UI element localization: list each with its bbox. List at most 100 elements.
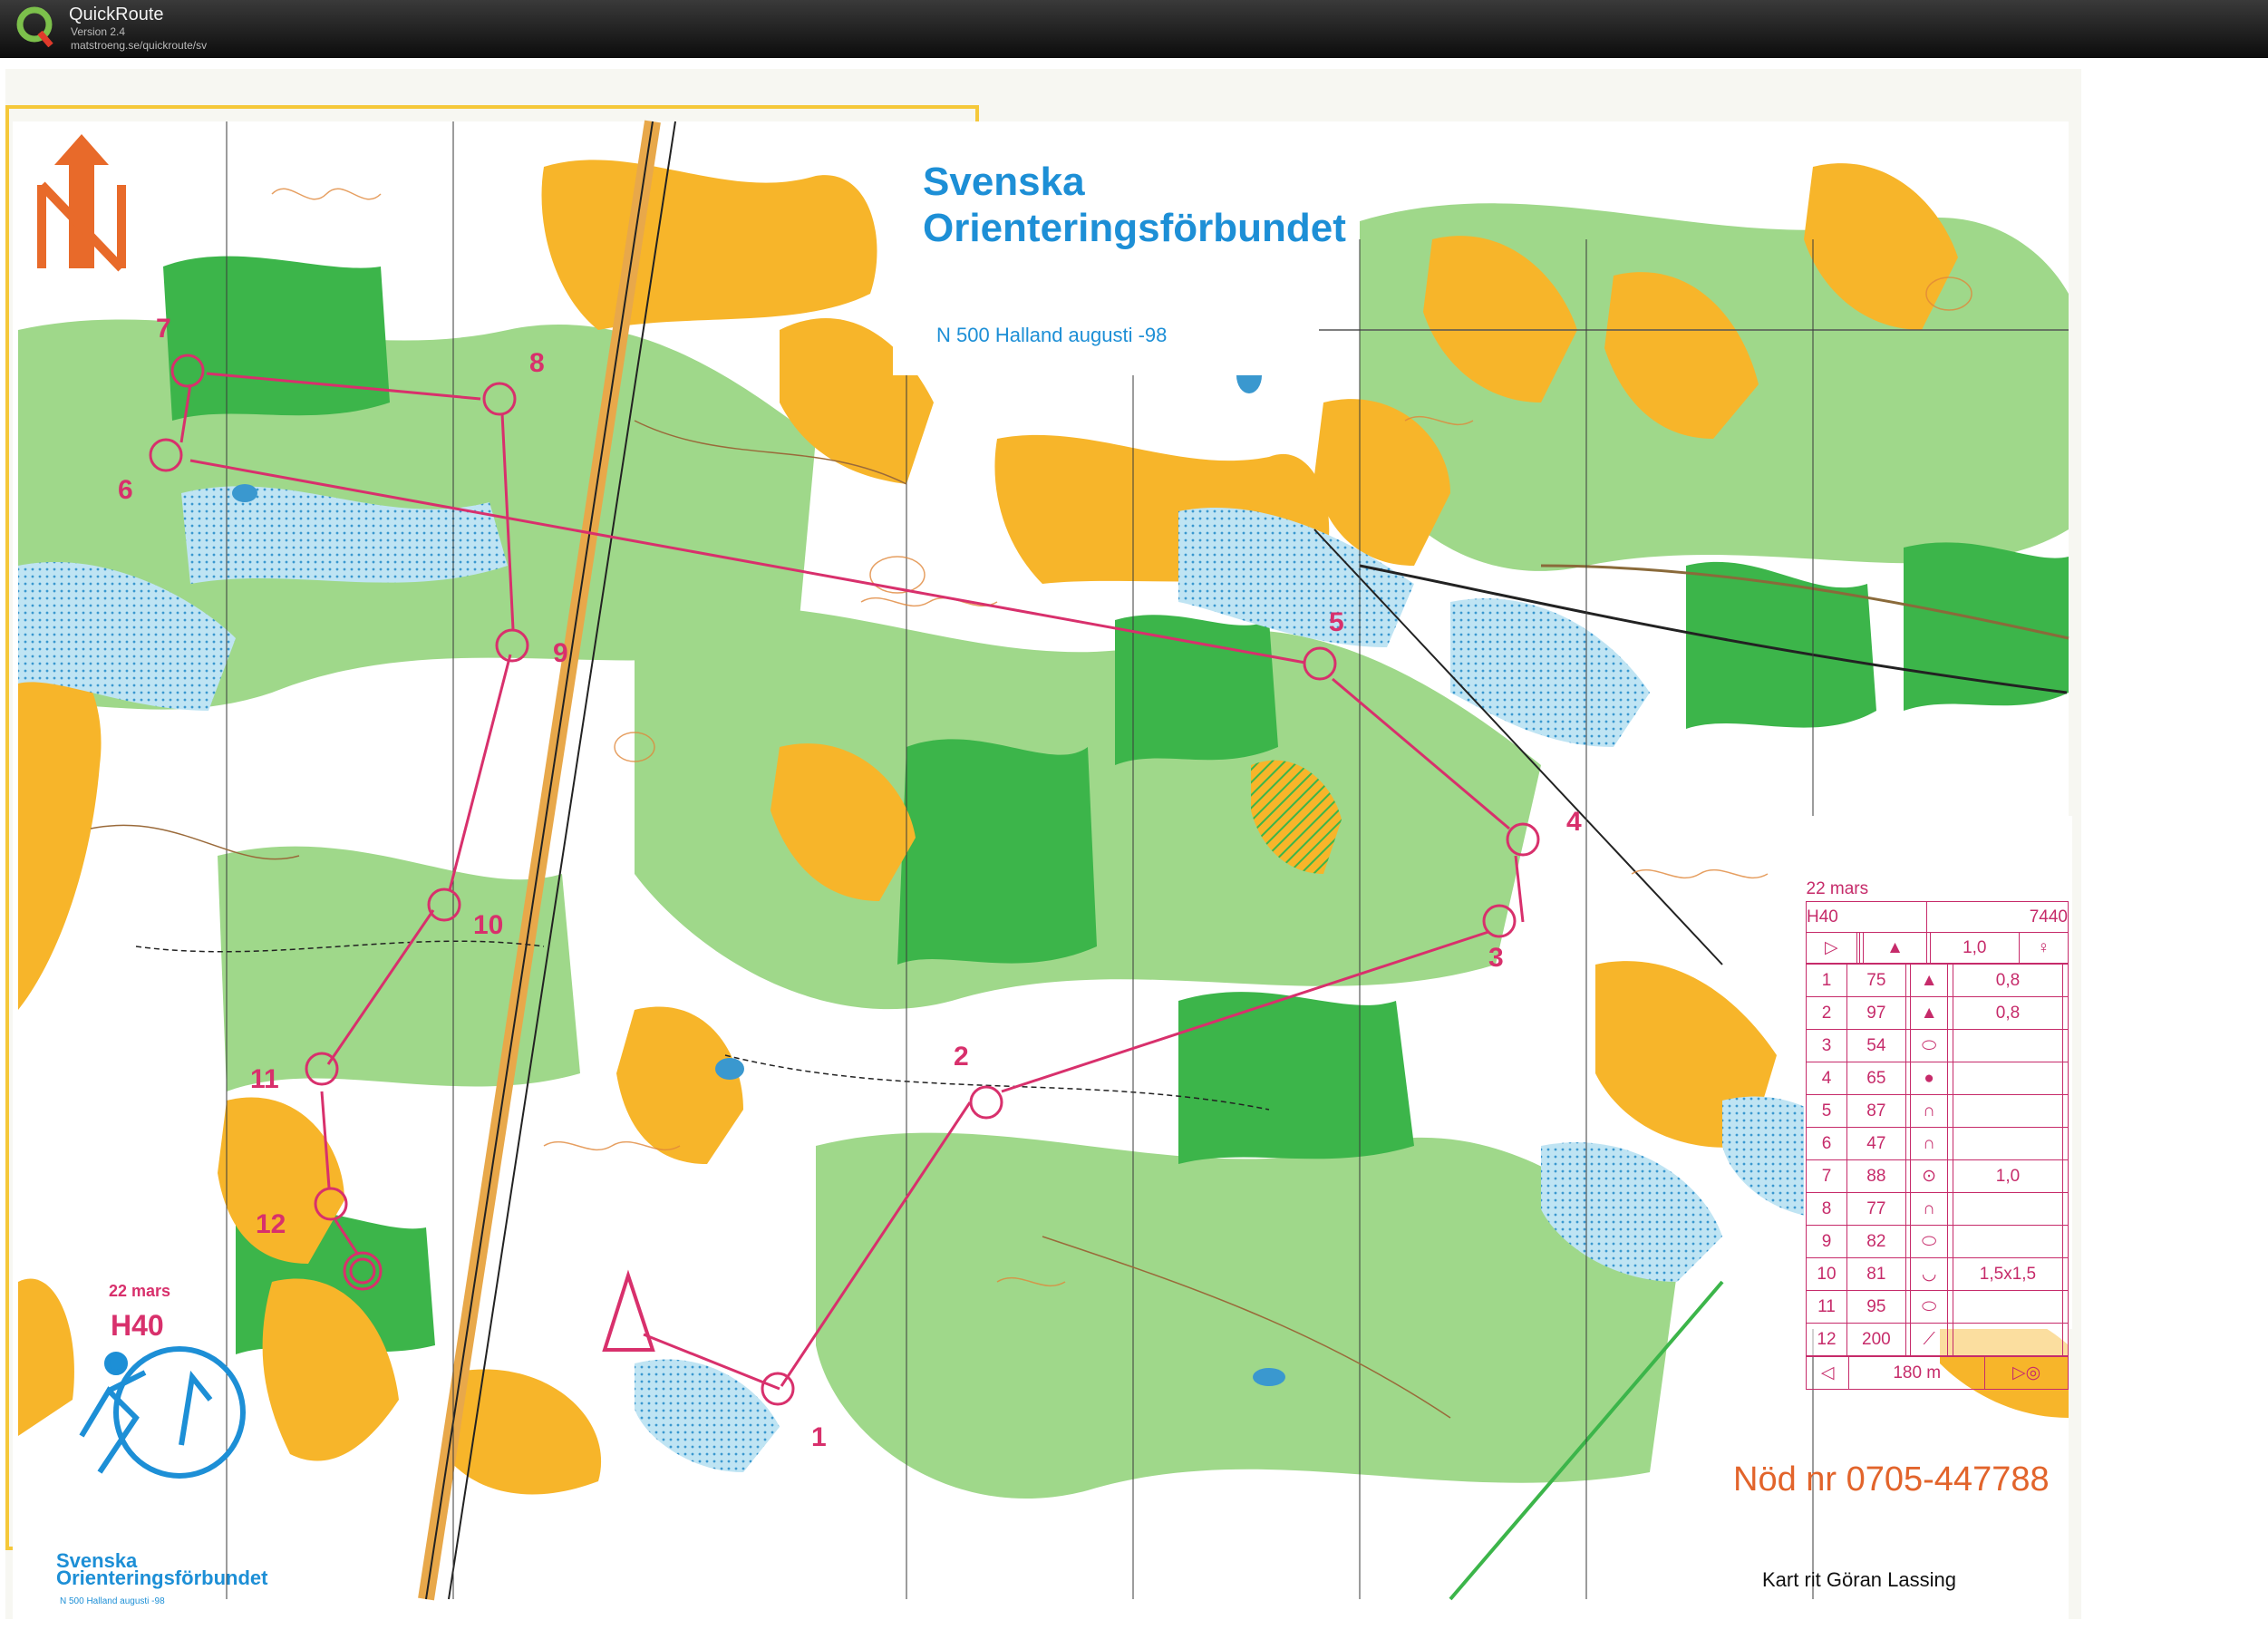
control-row: 11 95 ⬭: [1806, 1290, 2069, 1324]
row-dimension: [1952, 1192, 2064, 1226]
row-number: 4: [1806, 1062, 1847, 1095]
control-number: 6: [118, 475, 133, 505]
finish-line-icon: ◁: [1805, 1356, 1850, 1390]
row-location-icon: [2062, 1257, 2069, 1291]
row-location-icon: [2062, 1094, 2069, 1128]
orienteering-map[interactable]: Svenska Orienteringsförbundet N 500 Hall…: [0, 58, 2268, 1649]
logo-name-line2: Orienteringsförbundet: [56, 1567, 268, 1589]
control-number: 1: [811, 1422, 827, 1452]
app-version: Version 2.4: [71, 25, 126, 38]
row-code: 200: [1846, 1323, 1906, 1356]
row-number: 1: [1806, 964, 1847, 997]
knoll-icon: ▲: [1862, 932, 1928, 964]
cartographer-credit: Kart rit Göran Lassing: [1762, 1568, 1956, 1591]
row-feature-icon: ▲: [1910, 996, 1948, 1030]
map-header-subtitle: N 500 Halland augusti -98: [936, 324, 1168, 346]
control-flag-icon: ♀: [2018, 932, 2069, 964]
row-location-icon: [2062, 1062, 2069, 1095]
control-number: 2: [954, 1042, 969, 1072]
row-location-icon: [2062, 1029, 2069, 1062]
row-code: 75: [1846, 964, 1906, 997]
control-number: 5: [1329, 607, 1344, 637]
row-feature-icon: ⬭: [1910, 1225, 1948, 1258]
row-code: 97: [1846, 996, 1906, 1030]
row-code: 54: [1846, 1029, 1906, 1062]
row-dimension: 1,5x1,5: [1952, 1257, 2064, 1291]
row-code: 47: [1846, 1127, 1906, 1160]
row-code: 65: [1846, 1062, 1906, 1095]
row-feature-icon: ◡: [1910, 1257, 1948, 1291]
row-dimension: [1952, 1225, 2064, 1258]
control-description-sheet: 22 mars H40 7440 ▷ ▲ 1,0 ♀ 1 75 ▲ 0,8 2 97 ▲ 0,…: [1805, 878, 2069, 1390]
sheet-class: H40: [1805, 901, 1928, 933]
title-bar: QuickRoute Version 2.4 matstroeng.se/qui…: [0, 0, 2268, 58]
control-number: 8: [529, 348, 545, 378]
row-location-icon: [2062, 1290, 2069, 1324]
control-row: 12 200 ⟋: [1806, 1323, 2069, 1356]
control-row: 1 75 ▲ 0,8: [1806, 964, 2069, 997]
control-row: 5 87 ∩: [1806, 1094, 2069, 1128]
control-number: 10: [473, 910, 504, 940]
quickroute-q-icon: [16, 6, 53, 47]
row-code: 88: [1846, 1159, 1906, 1193]
control-number: 3: [1488, 943, 1504, 973]
row-number: 2: [1806, 996, 1847, 1030]
control-number: 4: [1566, 807, 1582, 837]
app-name: QuickRoute: [69, 5, 164, 24]
row-code: 82: [1846, 1225, 1906, 1258]
control-row: 2 97 ▲ 0,8: [1806, 996, 2069, 1030]
row-number: 9: [1806, 1225, 1847, 1258]
row-location-icon: [2062, 1323, 2069, 1356]
row-dimension: 1,0: [1952, 1159, 2064, 1193]
row-dimension: 0,8: [1952, 996, 2064, 1030]
row-number: 3: [1806, 1029, 1847, 1062]
row-feature-icon: ⬭: [1910, 1290, 1948, 1324]
row-feature-icon: ⬭: [1910, 1029, 1948, 1062]
control-number: 7: [156, 314, 171, 344]
control-row: 10 81 ◡ 1,5x1,5: [1806, 1257, 2069, 1291]
row-dimension: [1952, 1127, 2064, 1160]
sheet-date: 22 mars: [1806, 879, 1869, 898]
row-feature-icon: ▲: [1910, 964, 1948, 997]
course-class: H40: [111, 1309, 164, 1342]
control-row: 9 82 ⬭: [1806, 1225, 2069, 1258]
row-dimension: [1952, 1029, 2064, 1062]
row-dimension: [1952, 1062, 2064, 1095]
row-location-icon: [2062, 1225, 2069, 1258]
row-number: 6: [1806, 1127, 1847, 1160]
sheet-length: 7440: [1926, 901, 2069, 933]
control-number: 11: [250, 1064, 279, 1094]
row-feature-icon: ⊙: [1910, 1159, 1948, 1193]
app-url: matstroeng.se/quickroute/sv: [71, 39, 208, 52]
row-feature-icon: ∩: [1910, 1192, 1948, 1226]
start-triangle-icon: ▷: [1806, 932, 1857, 964]
row-number: 10: [1806, 1257, 1847, 1291]
row-dimension: 0,8: [1952, 964, 2064, 997]
control-row: 4 65 ●: [1806, 1062, 2069, 1095]
row-number: 8: [1806, 1192, 1847, 1226]
start-row: ▷ ▲ 1,0 ♀: [1806, 932, 2069, 964]
row-number: 12: [1806, 1323, 1847, 1356]
row-location-icon: [2062, 1127, 2069, 1160]
row-feature-icon: ∩: [1910, 1094, 1948, 1128]
row-code: 81: [1846, 1257, 1906, 1291]
emergency-number: Nöd nr 0705-447788: [1733, 1460, 2050, 1499]
row-dimension: [1952, 1094, 2064, 1128]
row-feature-icon: ●: [1910, 1062, 1948, 1095]
control-row: 3 54 ⬭: [1806, 1029, 2069, 1062]
row-dimension: [1952, 1290, 2064, 1324]
row-dimension: [1952, 1323, 2064, 1356]
control-number: 12: [256, 1209, 286, 1239]
row-code: 77: [1846, 1192, 1906, 1226]
row-number: 7: [1806, 1159, 1847, 1193]
control-row: 7 88 ⊙ 1,0: [1806, 1159, 2069, 1193]
map-header-title2: Orienteringsförbundet: [923, 206, 1346, 250]
control-row: 8 77 ∩: [1806, 1192, 2069, 1226]
course-date: 22 mars: [109, 1282, 171, 1300]
row-code: 87: [1846, 1094, 1906, 1128]
finish-row: ◁ 180 m ▷◎: [1805, 1356, 2069, 1390]
row-feature-icon: ⟋: [1910, 1323, 1948, 1356]
row-feature-icon: ∩: [1910, 1127, 1948, 1160]
map-header-title1: Svenska: [923, 160, 1085, 204]
finish-distance: 180 m: [1848, 1356, 1986, 1390]
